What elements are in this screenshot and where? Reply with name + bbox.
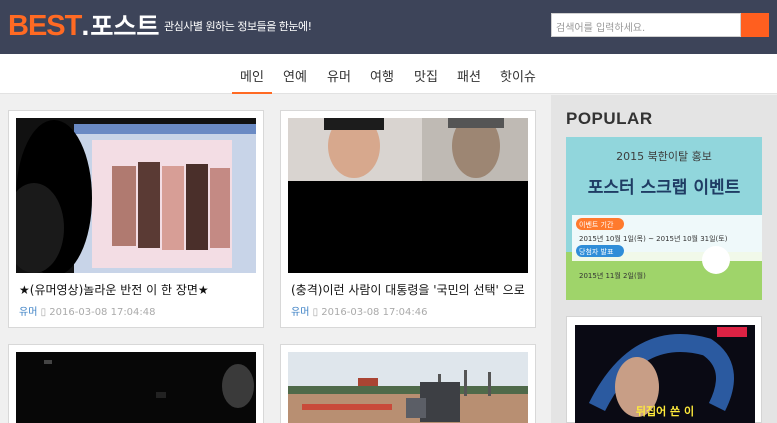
nav-item-hot-issue[interactable]: 핫이슈 <box>500 66 536 85</box>
logo-post-text: 포스트 <box>90 12 160 41</box>
search-input[interactable]: 검색어를 입력하세요. <box>551 13 741 37</box>
post-card[interactable]: ★(유머영상)놀라운 반전 이 한 장면★ 유머 ▯ 2016-03-08 17… <box>8 110 264 328</box>
nav-item-humor[interactable]: 유머 <box>327 66 351 85</box>
post-title[interactable]: ★(유머영상)놀라운 반전 이 한 장면★ <box>19 281 257 298</box>
clock-icon: ▯ <box>40 307 47 318</box>
post-date: 2016-03-08 17:04:46 <box>321 307 428 318</box>
post-thumbnail-image <box>16 118 256 273</box>
site-header: BEST . 포스트 관심사별 원하는 정보들을 한눈에! 검색어를 입력하세요… <box>0 0 777 54</box>
post-card[interactable] <box>8 344 264 423</box>
post-category-link[interactable]: 유머 <box>291 307 309 318</box>
post-title[interactable]: (충격)이런 사람이 대통령을 '국민의 선택' 으로 한 사람 분석해보니 안 <box>291 281 529 298</box>
banner-period-value: 2015년 10월 1일(목) ~ 2015년 10월 31일(토) <box>579 235 728 243</box>
banner-line2: 포스터 스크랩 이벤트 <box>587 178 741 198</box>
post-meta: 유머 ▯ 2016-03-08 17:04:46 <box>291 303 428 318</box>
popular-heading: POPULAR <box>566 109 653 128</box>
post-category-link[interactable]: 유머 <box>19 307 37 318</box>
site-tagline: 관심사별 원하는 정보들을 한눈에! <box>164 20 312 33</box>
post-thumbnail[interactable] <box>16 352 256 423</box>
nav-item-main[interactable]: 메인 <box>240 66 264 85</box>
logo-dot: . <box>81 10 90 42</box>
post-date: 2016-03-08 17:04:48 <box>49 307 156 318</box>
post-thumbnail-image <box>16 352 256 423</box>
nav-item-food[interactable]: 맛집 <box>414 66 438 85</box>
nav-item-entertainment[interactable]: 연예 <box>283 66 307 85</box>
clock-icon: ▯ <box>312 307 319 318</box>
nav-active-indicator <box>232 92 272 94</box>
popular-post-card[interactable]: 뒤집어 쓴 이 <box>566 316 762 423</box>
post-thumbnail-image <box>288 352 528 423</box>
search-icon <box>741 13 769 37</box>
post-thumbnail[interactable] <box>288 118 528 273</box>
search-button[interactable] <box>741 13 769 37</box>
banner-winner-label: 당첨자 발표 <box>579 248 614 256</box>
nav-item-travel[interactable]: 여행 <box>370 66 394 85</box>
event-banner[interactable]: 2015 북한이탈 홍보 포스터 스크랩 이벤트 이벤트 기간 2015년 10… <box>566 137 762 300</box>
post-thumbnail[interactable] <box>288 352 528 423</box>
post-meta: 유머 ▯ 2016-03-08 17:04:48 <box>19 303 156 318</box>
post-thumbnail-image <box>288 118 528 273</box>
banner-period-label: 이벤트 기간 <box>579 221 614 229</box>
main-nav: 메인 연예 유머 여행 맛집 패션 핫이슈 <box>0 54 777 94</box>
banner-line1: 2015 북한이탈 홍보 <box>616 150 712 163</box>
popular-post-caption: 뒤집어 쓴 이 <box>635 405 695 418</box>
post-card[interactable] <box>280 344 536 423</box>
site-logo[interactable]: BEST . 포스트 <box>8 9 159 43</box>
banner-winner-value: 2015년 11월 2일(월) <box>579 272 646 280</box>
post-thumbnail[interactable] <box>16 118 256 273</box>
post-card[interactable]: (충격)이런 사람이 대통령을 '국민의 선택' 으로 한 사람 분석해보니 안… <box>280 110 536 328</box>
nav-item-fashion[interactable]: 패션 <box>457 66 481 85</box>
logo-best-text: BEST <box>8 10 82 42</box>
